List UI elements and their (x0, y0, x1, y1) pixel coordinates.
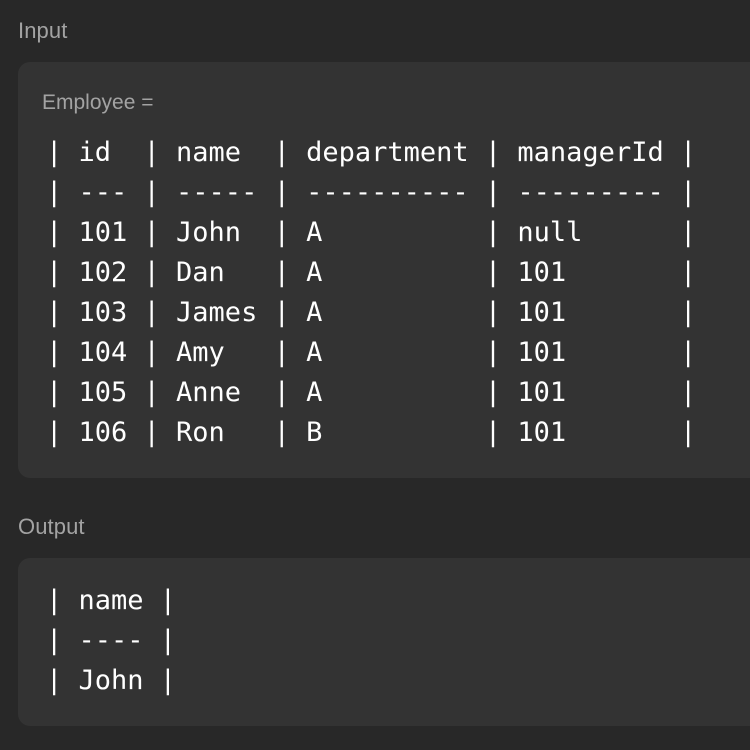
input-table-separator-row: | --- | ----- | ---------- | --------- | (46, 177, 697, 208)
output-table-separator-row: | ---- | (46, 625, 177, 656)
input-table-row: | 105 | Anne | A | 101 | (46, 377, 697, 408)
output-heading: Output (18, 514, 85, 539)
input-table-row: | 102 | Dan | A | 101 | (46, 257, 697, 288)
input-table: | id | name | department | managerId | | … (46, 133, 696, 453)
input-variable-label: Employee = (42, 91, 154, 114)
output-code-block: | name | | ---- | | John | (18, 558, 750, 726)
output-table: | name | | ---- | | John | (46, 581, 176, 701)
input-table-row: | 101 | John | A | null | (46, 217, 697, 248)
input-table-row: | 106 | Ron | B | 101 | (46, 417, 697, 448)
input-heading: Input (18, 18, 68, 43)
output-table-row: | John | (46, 665, 177, 696)
input-code-block: Employee = | id | name | department | ma… (18, 62, 750, 478)
input-table-row: | 103 | James | A | 101 | (46, 297, 697, 328)
input-table-header-row: | id | name | department | managerId | (46, 137, 697, 168)
input-table-row: | 104 | Amy | A | 101 | (46, 337, 697, 368)
output-table-header-row: | name | (46, 585, 177, 616)
